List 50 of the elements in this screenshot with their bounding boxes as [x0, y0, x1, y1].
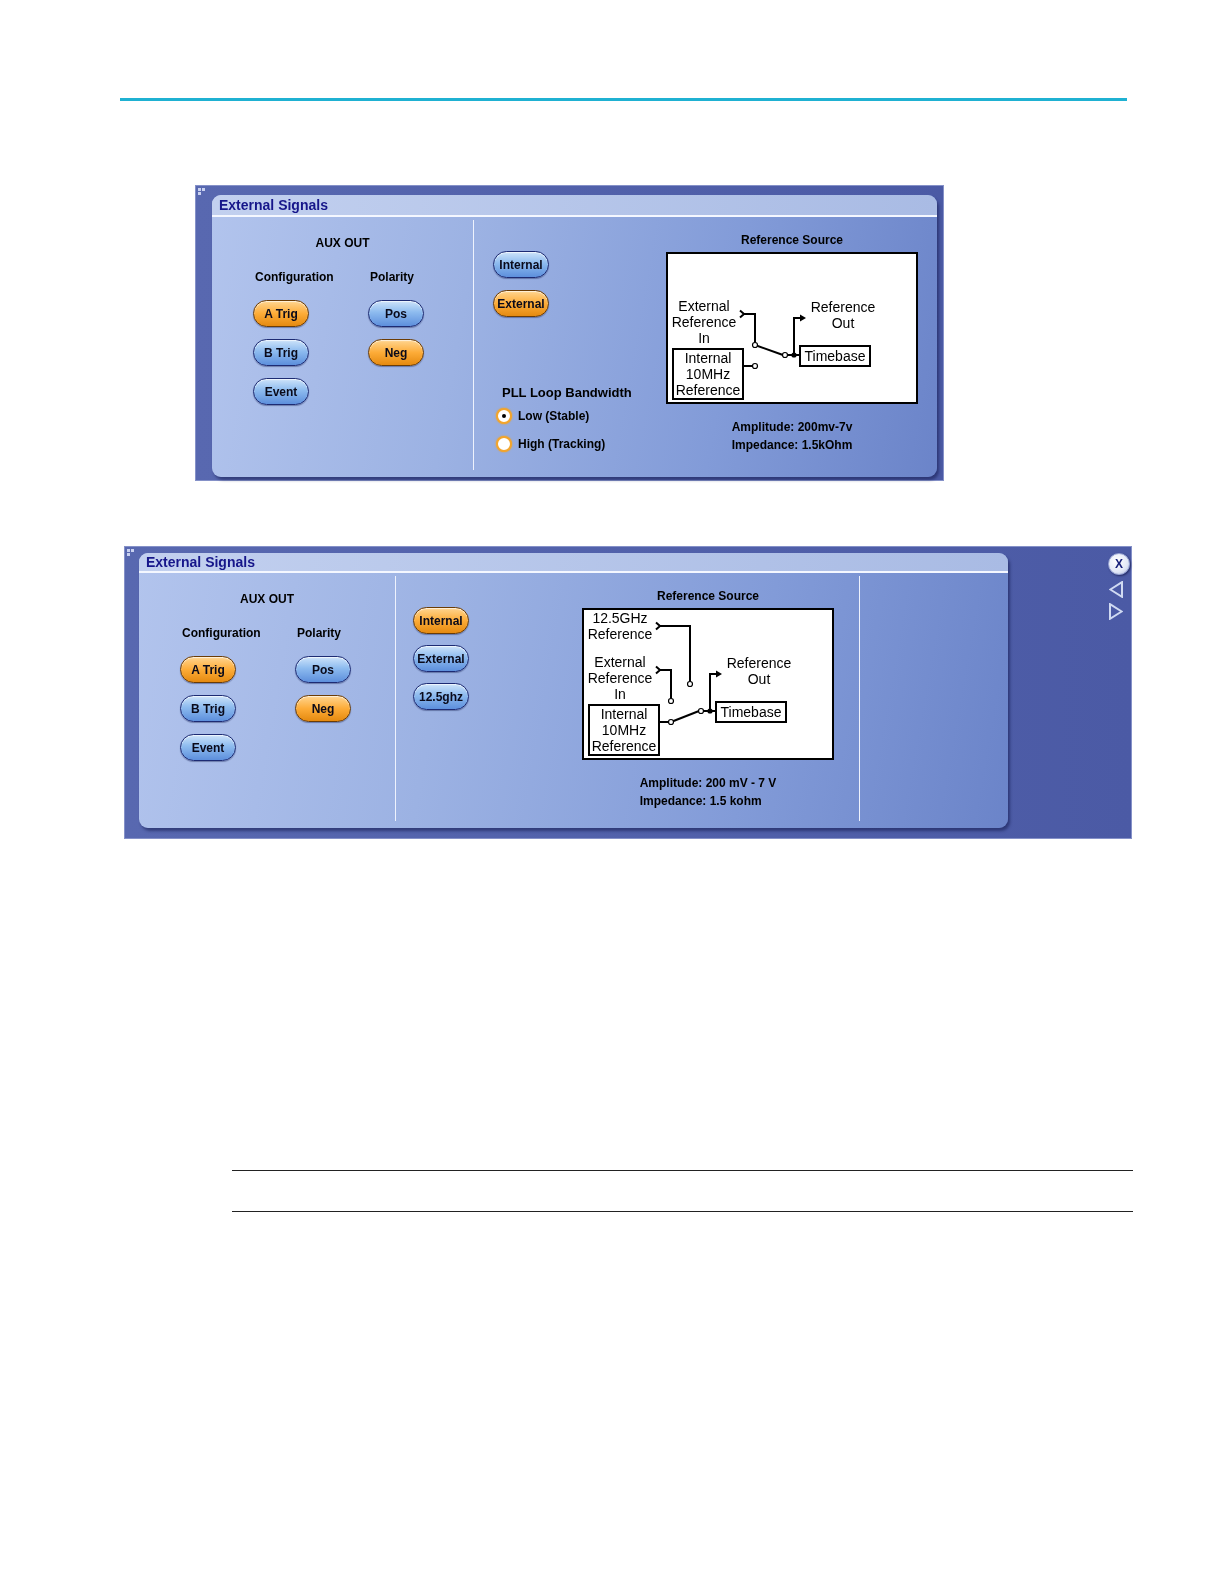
option-button[interactable]: B Trig — [180, 695, 236, 722]
option-button[interactable]: A Trig — [253, 300, 309, 327]
section-heading: AUX OUT — [240, 592, 294, 606]
reference-node: Internal 10MHz Reference — [672, 348, 744, 400]
reference-button[interactable]: 12.5ghz — [413, 683, 469, 710]
reference-node: Internal 10MHz Reference — [588, 704, 660, 756]
output-arrow — [781, 314, 806, 359]
radio-button[interactable] — [496, 408, 512, 424]
dialog-title: External Signals — [219, 197, 328, 213]
reference-button[interactable]: External — [413, 645, 469, 672]
diagram-title: Reference Source — [740, 233, 843, 247]
grip-icon[interactable] — [198, 188, 205, 195]
spec-text: Impedance: 1.5kOhm — [731, 437, 853, 454]
timebase-node: Timebase — [799, 345, 871, 367]
group-label: Polarity — [297, 626, 341, 640]
option-button[interactable]: Pos — [368, 300, 424, 327]
grip-icon[interactable] — [127, 549, 134, 556]
option-button[interactable]: Neg — [295, 695, 351, 722]
section-heading: AUX OUT — [315, 236, 370, 250]
option-button[interactable]: A Trig — [180, 656, 236, 683]
radio-label: High (Tracking) — [518, 437, 606, 451]
group-label: PLL Loop Bandwidth — [502, 386, 632, 400]
signal-label: Reference Out — [725, 655, 793, 687]
signal-label: External Reference In — [670, 298, 738, 346]
group-label: Configuration — [182, 626, 261, 640]
option-button[interactable]: Event — [253, 378, 309, 405]
timebase-node: Timebase — [715, 701, 787, 723]
group-label: Configuration — [255, 270, 334, 284]
signal-label: 12.5GHz Reference — [586, 610, 654, 642]
spec-text: Impedance: 1.5 kohm — [639, 793, 762, 810]
close-button[interactable]: X — [1108, 553, 1130, 575]
right-triangle-icon[interactable] — [1109, 603, 1123, 620]
spec-text: Amplitude: 200 mV - 7 V — [639, 775, 777, 792]
signal-label: External Reference In — [586, 654, 654, 702]
signal-label: Reference Out — [809, 299, 877, 331]
spec-text: Amplitude: 200mv-7v — [731, 419, 853, 436]
reference-button[interactable]: Internal — [493, 251, 549, 278]
option-button[interactable]: Pos — [295, 656, 351, 683]
option-button[interactable]: Neg — [368, 339, 424, 366]
reference-button[interactable]: Internal — [413, 607, 469, 634]
group-label: Polarity — [370, 270, 414, 284]
option-button[interactable]: B Trig — [253, 339, 309, 366]
left-triangle-icon[interactable] — [1109, 581, 1123, 598]
diagram-title: Reference Source — [656, 589, 759, 603]
radio-button[interactable] — [496, 436, 512, 452]
radio-label: Low (Stable) — [518, 409, 590, 423]
dialog-title: External Signals — [146, 554, 255, 570]
reference-button[interactable]: External — [493, 290, 549, 317]
output-arrow — [697, 670, 722, 715]
option-button[interactable]: Event — [180, 734, 236, 761]
